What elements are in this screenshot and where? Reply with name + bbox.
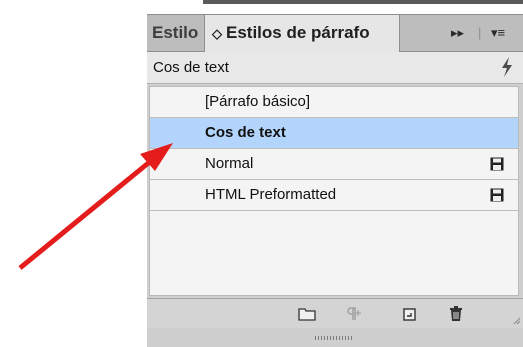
tab-divider: |: [478, 25, 482, 40]
tab-chevron-icon: ◇: [212, 26, 222, 41]
panel-menu-icon[interactable]: ▾≡: [491, 15, 505, 51]
tab-character-styles[interactable]: Estilo: [147, 15, 205, 51]
list-item-selected[interactable]: Cos de text: [150, 118, 518, 149]
style-label: HTML Preformatted: [205, 186, 337, 203]
collapse-panel-icon[interactable]: ▸▸: [451, 15, 464, 51]
style-list: [Párrafo básico] Cos de text Normal HTML…: [149, 86, 519, 296]
clear-overrides-icon[interactable]: [344, 305, 362, 323]
panel-bottom-toolbar: [147, 298, 523, 328]
top-strip: [147, 0, 523, 14]
tab-paragraph-styles[interactable]: ◇ Estilos de párrafo: [204, 15, 400, 53]
style-label: Normal: [205, 155, 254, 172]
folder-icon[interactable]: [298, 305, 316, 323]
list-item[interactable]: HTML Preformatted: [150, 180, 518, 211]
list-item[interactable]: Normal: [150, 149, 518, 180]
delete-icon[interactable]: [447, 305, 465, 323]
style-label: Cos de text: [205, 124, 286, 141]
save-icon: [490, 157, 504, 171]
paragraph-styles-panel: Estilo ◇ Estilos de párrafo ▸▸ | ▾≡ Cos d…: [147, 0, 523, 347]
lightning-bolt-icon[interactable]: [499, 56, 515, 78]
tab-paragraph-styles-label: Estilos de párrafo: [226, 23, 370, 42]
list-item[interactable]: [Párrafo básico]: [150, 87, 518, 118]
panel-tab-bar: Estilo ◇ Estilos de párrafo ▸▸ | ▾≡: [147, 14, 523, 53]
new-style-icon[interactable]: [401, 305, 419, 323]
panel-grip[interactable]: [315, 336, 353, 340]
save-icon: [490, 188, 504, 202]
resize-handle-icon[interactable]: [513, 315, 521, 325]
current-style-name: Cos de text: [153, 59, 229, 76]
style-label: [Párrafo básico]: [205, 93, 311, 110]
current-style-header: Cos de text: [147, 52, 523, 84]
